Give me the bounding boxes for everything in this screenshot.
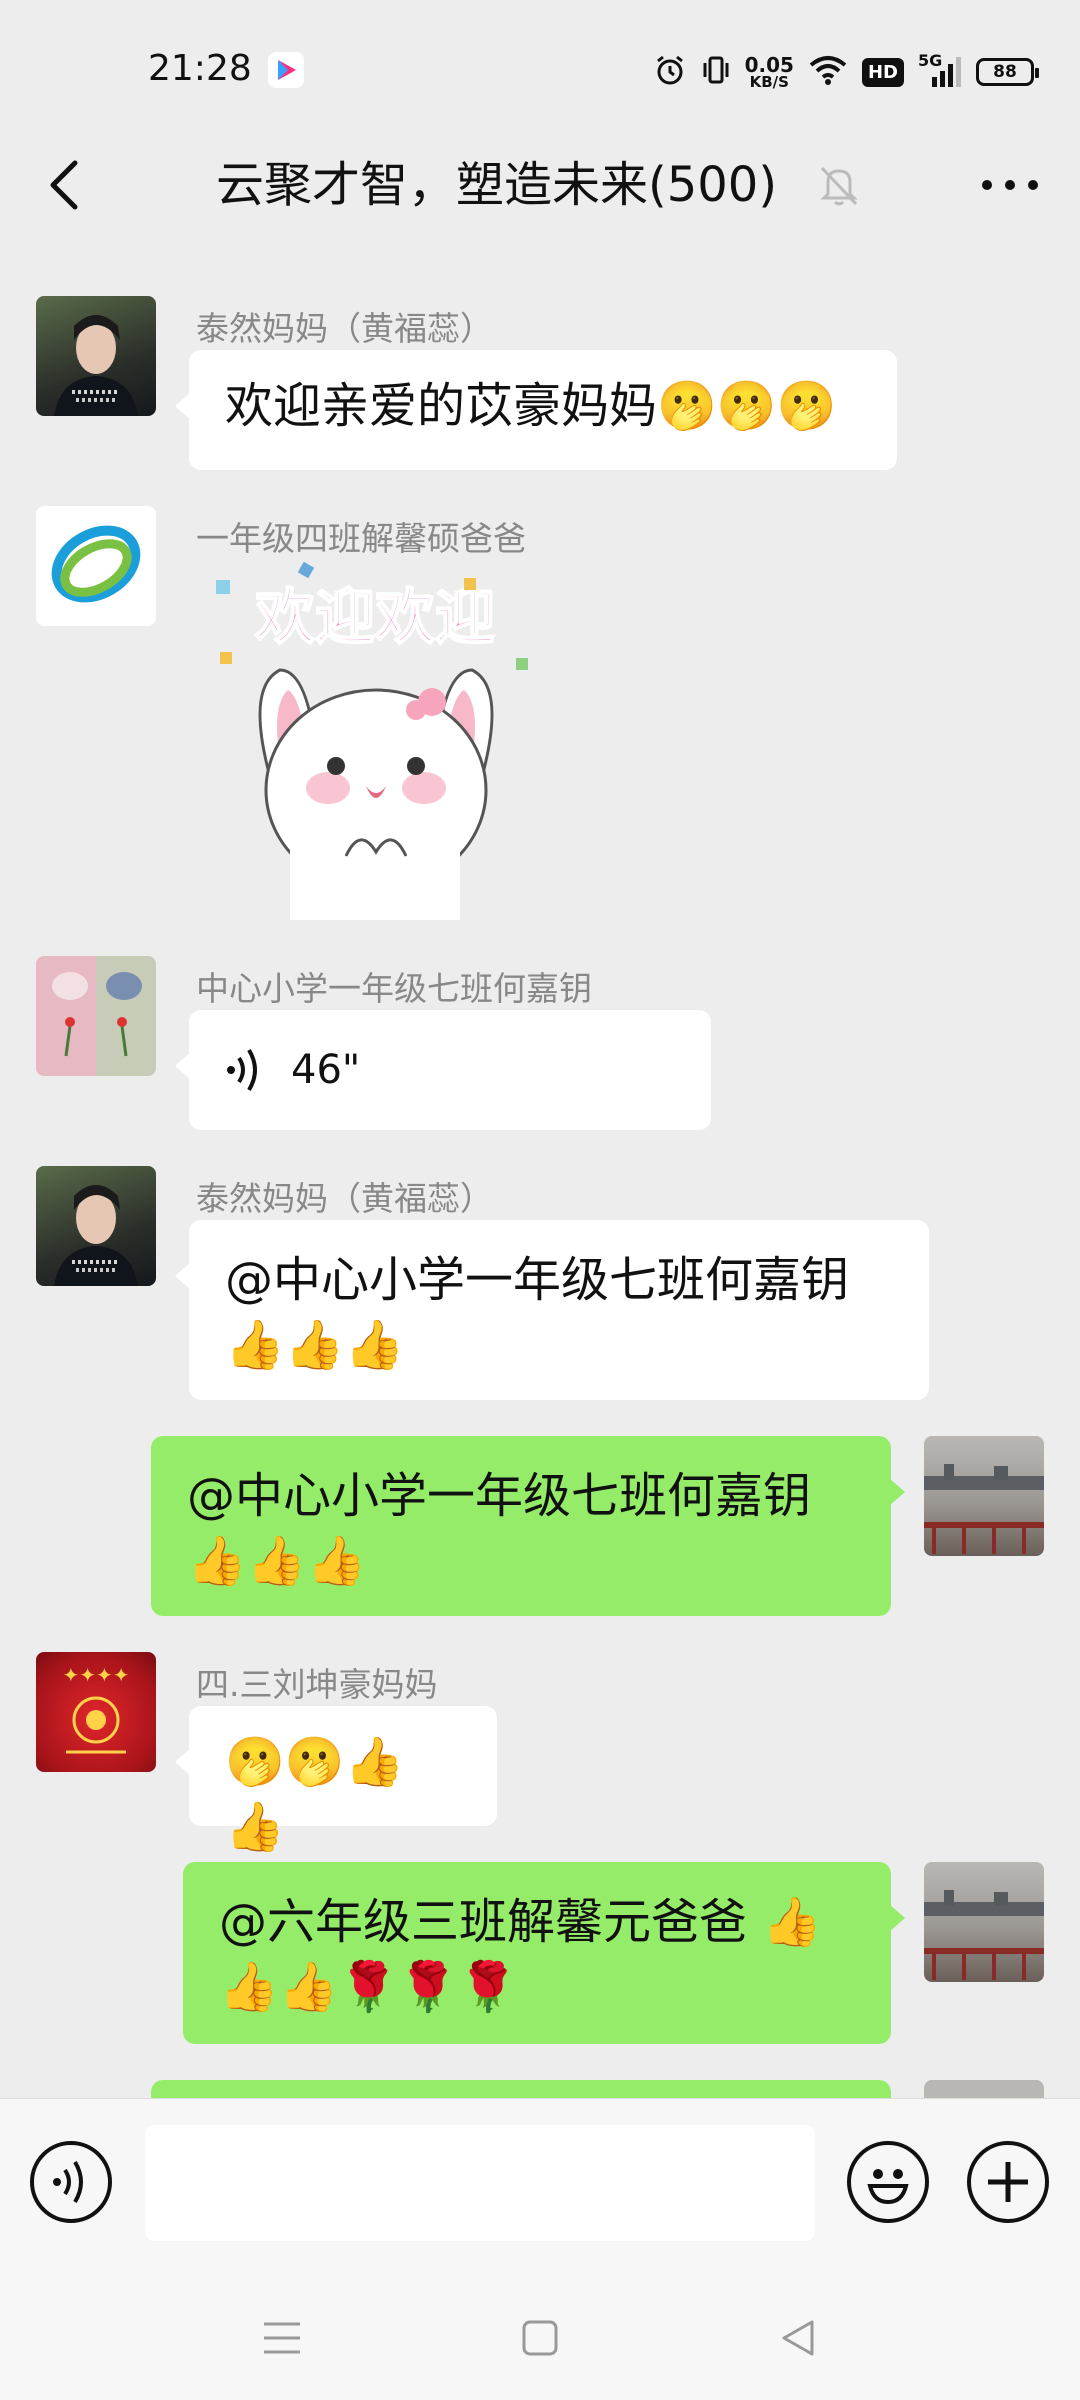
my-avatar[interactable]	[924, 1862, 1044, 1982]
voice-duration: 46"	[291, 1047, 361, 1093]
home-icon	[522, 2320, 558, 2356]
hd-badge: HD	[861, 57, 904, 87]
alarm-icon	[653, 53, 687, 91]
menu-button[interactable]	[252, 2308, 312, 2368]
message-input[interactable]	[145, 2125, 815, 2241]
message-text: 欢迎亲爱的苡豪妈妈	[225, 378, 658, 434]
battery-icon: 88	[976, 58, 1039, 86]
chat-header: 云聚才智，塑造未来(500)	[0, 130, 1080, 246]
emoji-button[interactable]	[847, 2141, 929, 2223]
message-text: @中心小学一年级七班何嘉钥	[187, 1468, 812, 1524]
emoji-row: 🫢🫢🫢	[657, 378, 837, 434]
message-bubble[interactable]: @中心小学一年级七班何嘉钥 👍👍👍	[151, 1436, 905, 1616]
message-text: @中心小学一年级七班何嘉钥	[225, 1252, 850, 1308]
message-text: @六年级三班解馨元爸爸 👍	[219, 1894, 823, 1950]
muted-bell-icon	[814, 160, 864, 210]
more-functions-button[interactable]	[967, 2141, 1049, 2223]
voice-input-button[interactable]	[30, 2141, 112, 2223]
wifi-icon	[808, 54, 848, 90]
emoji-row: 🫢🫢👍👍	[225, 1734, 405, 1855]
sender-name: 泰然妈妈（黄福蕊）	[196, 1179, 493, 1218]
message-bubble[interactable]: @中心小学一年级七班何嘉钥 👍👍👍	[175, 1220, 929, 1400]
message-bubble[interactable]: @六年级三班解馨元爸爸 👍 👍👍🌹🌹🌹	[183, 1862, 905, 2044]
signal-icon: 5G	[918, 51, 962, 89]
net-speed-unit: KB/S	[749, 72, 789, 91]
input-bar	[0, 2098, 1080, 2272]
avatar[interactable]	[36, 956, 156, 1076]
system-navigation-bar	[0, 2272, 1080, 2400]
avatar[interactable]	[36, 296, 156, 416]
avatar[interactable]	[36, 1166, 156, 1286]
emoji-row: 👍👍🌹🌹🌹	[219, 1958, 518, 2015]
sender-name: 泰然妈妈（黄福蕊）	[196, 309, 493, 348]
my-avatar[interactable]	[924, 1436, 1044, 1556]
vibrate-icon	[701, 53, 731, 91]
status-time: 21:28	[148, 48, 252, 89]
avatar[interactable]: ✦✦✦✦	[36, 1652, 156, 1772]
battery-level: 88	[993, 62, 1017, 82]
home-button[interactable]	[510, 2308, 570, 2368]
more-button[interactable]	[970, 150, 1050, 220]
partial-avatar	[924, 2080, 1044, 2098]
emoji-row: 👍👍👍	[225, 1316, 405, 1373]
back-button[interactable]	[30, 150, 100, 220]
partial-message-bubble	[151, 2080, 891, 2098]
avatar[interactable]	[36, 506, 156, 626]
app-icon	[268, 52, 304, 88]
chat-title: 云聚才智，塑造未来(500)	[216, 157, 778, 213]
sender-name: 中心小学一年级七班何嘉钥	[196, 969, 592, 1008]
sender-name: 一年级四班解馨硕爸爸	[196, 519, 526, 558]
china-mobile-logo	[51, 525, 141, 603]
status-bar: 21:28 0.05 KB/S HD 5G 88	[0, 0, 1080, 130]
back-icon	[50, 160, 78, 210]
voice-icon	[227, 1048, 257, 1092]
status-indicators: 0.05 KB/S HD 5G 88	[653, 50, 1039, 94]
system-back-button[interactable]	[768, 2308, 828, 2368]
svg-text:✦✦✦✦: ✦✦✦✦	[62, 1663, 129, 1687]
voice-icon	[53, 2160, 83, 2204]
emoji-row: 👍👍👍	[187, 1532, 367, 1589]
smiley-icon	[867, 2169, 909, 2205]
message-bubble[interactable]: 欢迎亲爱的苡豪妈妈🫢🫢🫢	[175, 350, 897, 470]
sender-name: 四.三刘坤豪妈妈	[196, 1665, 438, 1704]
menu-icon	[264, 2322, 300, 2354]
sticker-text: 欢迎欢迎	[254, 583, 495, 653]
net-speed: 0.05 KB/S	[745, 55, 794, 90]
voice-message[interactable]: 46"	[175, 1010, 711, 1130]
net-speed-value: 0.05	[744, 52, 794, 77]
message-bubble[interactable]: 🫢🫢👍👍	[175, 1706, 497, 1855]
back-triangle-icon	[782, 2320, 814, 2356]
plus-icon	[988, 2162, 1028, 2202]
sticker[interactable]: 欢迎欢迎	[210, 560, 540, 920]
more-icon	[982, 180, 1038, 190]
